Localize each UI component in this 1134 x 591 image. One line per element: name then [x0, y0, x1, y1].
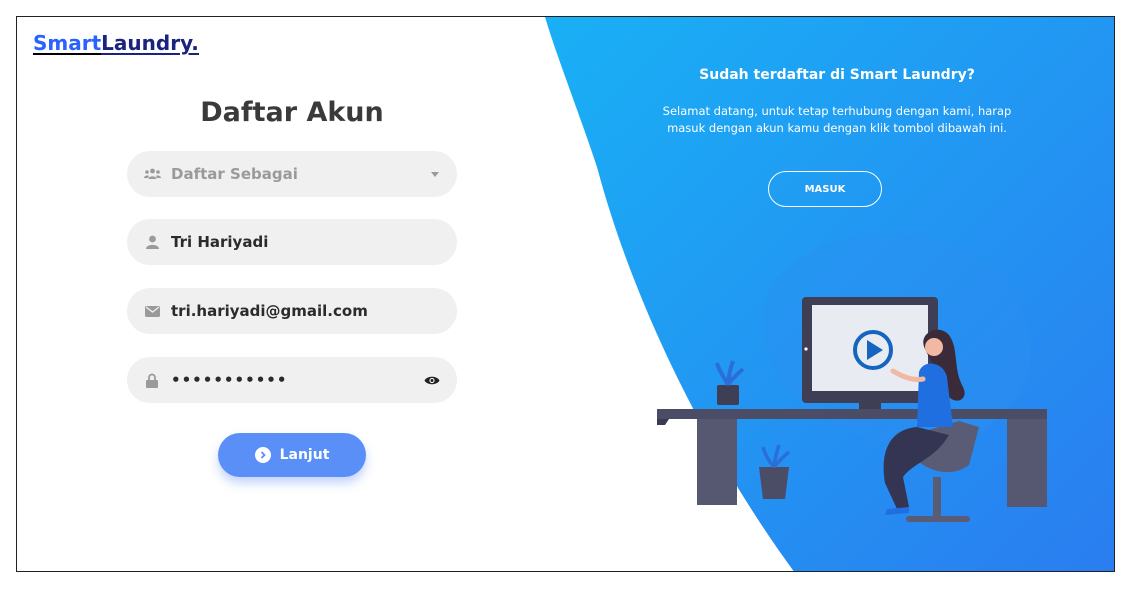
side-panel-title: Sudah terdaftar di Smart Laundry?: [699, 67, 975, 83]
user-icon: [143, 233, 161, 251]
password-field-value: •••••••••••: [171, 371, 288, 389]
users-icon: [143, 165, 161, 183]
chevron-down-icon: [431, 171, 439, 177]
brand-logo[interactable]: SmartLaundry.: [33, 31, 199, 55]
page-frame: SmartLaundry. Daftar Akun Daftar Sebagai…: [16, 16, 1115, 572]
lanjut-button-label: Lanjut: [279, 447, 330, 463]
password-field[interactable]: •••••••••••: [127, 357, 457, 403]
role-select-placeholder: Daftar Sebagai: [171, 165, 298, 183]
brand-logo-part-smart: Smart: [33, 31, 102, 55]
masuk-button[interactable]: MASUK: [768, 171, 882, 207]
side-panel-text: Selamat datang, untuk tetap terhubung de…: [662, 104, 1012, 135]
role-select[interactable]: Daftar Sebagai: [127, 151, 457, 197]
lock-icon: [143, 371, 161, 389]
name-field-value: Tri Hariyadi: [171, 233, 269, 251]
eye-icon[interactable]: [423, 371, 441, 389]
envelope-icon: [143, 302, 161, 320]
desk-illustration: [657, 297, 1047, 522]
brand-logo-part-laundry: Laundry.: [101, 31, 199, 55]
name-field[interactable]: Tri Hariyadi: [127, 219, 457, 265]
email-field-value: tri.hariyadi@gmail.com: [171, 302, 368, 320]
arrow-circle-icon: [254, 447, 271, 463]
email-field[interactable]: tri.hariyadi@gmail.com: [127, 288, 457, 334]
form-title: Daftar Akun: [200, 97, 384, 128]
lanjut-button[interactable]: Lanjut: [218, 433, 366, 477]
